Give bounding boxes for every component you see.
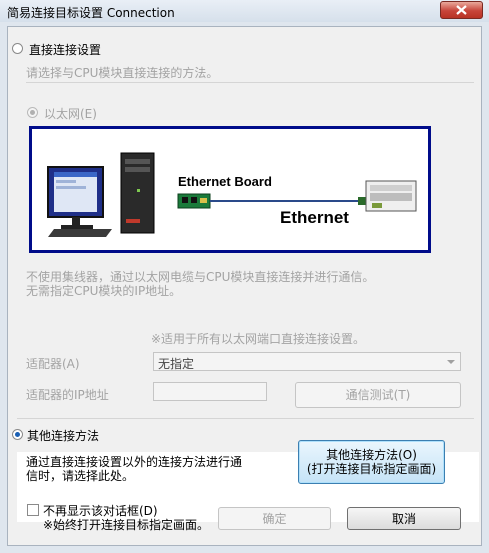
other-connection-button-line2: (打开连接目标指定画面) — [306, 462, 437, 476]
direct-connection-radio[interactable] — [12, 43, 23, 54]
cable-connector — [358, 197, 366, 205]
close-button[interactable] — [440, 1, 483, 19]
adapter-select[interactable]: 无指定 — [153, 352, 461, 371]
direct-connection-label: 直接连接设置 — [29, 43, 102, 57]
applies-note: ※适用于所有以太网端口直接连接设置。 — [151, 332, 366, 346]
connection-diagram: Ethernet Board Ethernet — [29, 126, 431, 253]
adapter-ip-field[interactable] — [153, 382, 267, 401]
dont-show-again-note: ※始终打开连接目标指定画面。 — [43, 518, 210, 532]
ethernet-note-line2: 无需指定CPU模块的IP地址。 — [26, 284, 182, 298]
title-bar: 简易连接目标设置 Connection — [0, 0, 489, 22]
pc-tower-icon — [120, 152, 155, 234]
adapter-label: 适配器(A) — [26, 357, 80, 371]
monitor-icon — [47, 166, 112, 237]
adapter-select-value: 无指定 — [158, 357, 195, 371]
divider — [26, 82, 474, 83]
ethernet-network-label: Ethernet — [280, 208, 349, 227]
dont-show-again-checkbox[interactable] — [27, 504, 39, 516]
adapter-ip-label: 适配器的IP地址 — [26, 388, 109, 402]
other-connection-label: 其他连接方法 — [27, 429, 100, 443]
plc-icon — [365, 180, 417, 212]
diagram-graphic: Ethernet Board Ethernet — [47, 152, 417, 237]
ethernet-board-label: Ethernet Board — [178, 174, 272, 189]
ok-button[interactable]: 确定 — [218, 507, 331, 530]
divider — [17, 418, 474, 419]
window-title: 简易连接目标设置 Connection — [7, 6, 175, 20]
ethernet-label: 以太网(E) — [44, 107, 97, 121]
ethernet-radio[interactable] — [27, 107, 38, 118]
direct-description: 请选择与CPU模块直接连接的方法。 — [26, 66, 219, 80]
other-connection-button[interactable]: 其他连接方法(O) (打开连接目标指定画面) — [298, 440, 445, 484]
other-connection-button-line1: 其他连接方法(O) — [326, 448, 417, 462]
cancel-button[interactable]: 取消 — [347, 507, 461, 530]
other-description-line2: 信时，请选择此处。 — [26, 469, 135, 483]
other-connection-radio[interactable] — [12, 429, 23, 440]
communication-test-button[interactable]: 通信测试(T) — [295, 382, 461, 408]
ethernet-board-icon — [177, 193, 211, 209]
chevron-down-icon — [447, 360, 455, 364]
close-icon — [456, 5, 467, 15]
dialog-body: 直接连接设置 请选择与CPU模块直接连接的方法。 以太网(E) Ethernet… — [7, 26, 482, 546]
